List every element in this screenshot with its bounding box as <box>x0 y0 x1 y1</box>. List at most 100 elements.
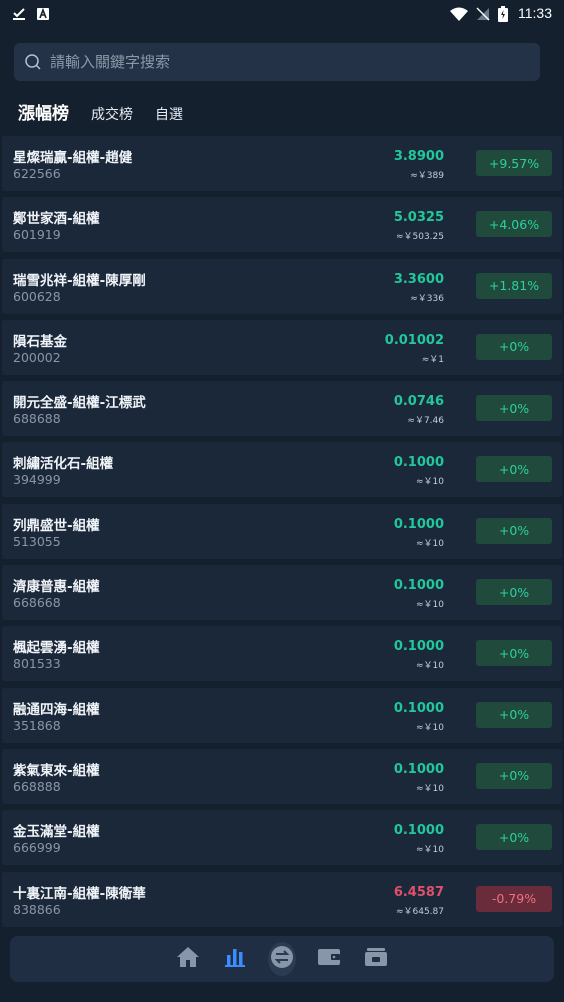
change-badge[interactable]: +4.06% <box>476 211 552 238</box>
item-approx-value: ≈￥1 <box>421 354 444 365</box>
item-approx-value: ≈￥10 <box>416 477 444 488</box>
signal-off-icon <box>476 6 490 20</box>
home-icon <box>176 946 200 972</box>
item-price: 6.4587 <box>393 884 444 900</box>
status-time: 11:33 <box>518 4 552 21</box>
item-approx-value: ≈￥645.87 <box>395 906 444 917</box>
item-price: 0.1000 <box>393 578 444 594</box>
item-code: 668888 <box>13 778 61 794</box>
search-input[interactable] <box>50 53 540 71</box>
ranking-tabs: 漲幅榜 成交榜 自選 <box>18 96 183 124</box>
list-item[interactable]: 星燦瑞贏-組權-趙健 622566 3.8900 ≈￥389 +9.57% <box>2 136 562 191</box>
change-badge[interactable]: +0% <box>476 579 552 606</box>
tab-gainers[interactable]: 漲幅榜 <box>18 99 69 124</box>
list-item[interactable]: 十裏江南-組權-陳衛華 838866 6.4587 ≈￥645.87 -0.79% <box>2 871 562 927</box>
item-approx-value: ≈￥336 <box>410 293 444 304</box>
change-badge[interactable]: +1.81% <box>476 272 552 299</box>
item-name: 瑞雪兆祥-組權-陳厚剛 <box>13 272 146 289</box>
tab-watchlist[interactable]: 自選 <box>155 104 183 124</box>
change-badge[interactable]: +0% <box>476 395 552 422</box>
item-code: 394999 <box>13 472 61 488</box>
item-code: 600628 <box>13 288 61 304</box>
search-box[interactable] <box>14 43 540 81</box>
item-approx-value: ≈￥7.46 <box>407 416 444 427</box>
item-code: 351868 <box>13 717 61 733</box>
change-badge[interactable]: +9.57% <box>476 150 552 176</box>
item-price: 0.1000 <box>393 700 444 716</box>
status-right: 11:33 <box>450 4 552 22</box>
item-price: 0.01002 <box>384 332 444 348</box>
item-name: 隕石基金 <box>13 333 67 350</box>
item-price: 0.1000 <box>393 823 444 839</box>
change-badge[interactable]: -0.79% <box>476 885 552 912</box>
search-icon <box>24 53 42 71</box>
item-code: 666999 <box>13 840 61 856</box>
wallet-icon <box>317 947 341 971</box>
market-chart-icon <box>224 946 246 972</box>
exchange-button[interactable] <box>268 942 296 976</box>
item-code: 668668 <box>13 595 61 611</box>
list-item[interactable]: 鄭世家酒-組權 601919 5.0325 ≈￥503.25 +4.06% <box>2 197 562 253</box>
list-item[interactable]: 開元全盛-組權-江標武 688688 0.0746 ≈￥7.46 +0% <box>2 381 562 437</box>
wifi-icon <box>450 6 468 21</box>
item-name: 楓起雲湧-組權 <box>13 640 100 657</box>
item-approx-value: ≈￥10 <box>416 783 444 794</box>
item-price: 3.8900 <box>393 149 444 164</box>
item-name: 金玉滿堂-組權 <box>13 824 100 841</box>
item-approx-value: ≈￥10 <box>416 538 444 549</box>
app-notification-icon <box>36 6 50 20</box>
list-item[interactable]: 金玉滿堂-組權 666999 0.1000 ≈￥10 +0% <box>2 810 562 866</box>
item-name: 鄭世家酒-組權 <box>13 211 100 228</box>
item-name: 濟康普惠-組權 <box>13 579 100 596</box>
item-code: 622566 <box>13 166 61 181</box>
item-approx-value: ≈￥10 <box>416 845 444 856</box>
item-price: 3.3600 <box>393 271 444 287</box>
list-item[interactable]: 紫氣東來-組權 668888 0.1000 ≈￥10 +0% <box>2 748 562 804</box>
list-item[interactable]: 列鼎盛世-組權 513055 0.1000 ≈￥10 +0% <box>2 503 562 559</box>
change-badge[interactable]: +0% <box>476 640 552 667</box>
nav-assets[interactable] <box>362 945 390 973</box>
item-code: 838866 <box>13 901 61 917</box>
nav-market[interactable] <box>221 945 249 973</box>
item-price: 0.1000 <box>393 639 444 655</box>
item-name: 紫氣東來-組權 <box>13 762 100 779</box>
item-name: 開元全盛-組權-江標武 <box>13 395 146 412</box>
item-code: 513055 <box>13 533 61 549</box>
list-item[interactable]: 隕石基金 200002 0.01002 ≈￥1 +0% <box>2 319 562 375</box>
item-code: 801533 <box>13 656 61 672</box>
item-name: 列鼎盛世-組權 <box>13 517 100 534</box>
nav-exchange[interactable] <box>268 942 296 976</box>
status-bar: 11:33 <box>0 0 564 25</box>
item-code: 688688 <box>13 411 61 427</box>
status-left <box>12 6 50 20</box>
item-price: 0.1000 <box>393 455 444 471</box>
exchange-icon <box>270 945 294 973</box>
nav-home[interactable] <box>174 945 202 973</box>
download-done-icon <box>12 6 26 20</box>
change-badge[interactable]: +0% <box>476 701 552 728</box>
change-badge[interactable]: +0% <box>476 762 552 789</box>
item-approx-value: ≈￥10 <box>416 722 444 733</box>
item-approx-value: ≈￥389 <box>410 171 444 181</box>
change-badge[interactable]: +0% <box>476 456 552 483</box>
list-item[interactable]: 瑞雪兆祥-組權-陳厚剛 600628 3.3600 ≈￥336 +1.81% <box>2 258 562 314</box>
list-item[interactable]: 濟康普惠-組權 668668 0.1000 ≈￥10 +0% <box>2 565 562 621</box>
item-code: 200002 <box>13 349 61 365</box>
change-badge[interactable]: +0% <box>476 333 552 360</box>
nav-wallet[interactable] <box>315 945 343 973</box>
item-name: 星燦瑞贏-組權-趙健 <box>13 150 133 166</box>
change-badge[interactable]: +0% <box>476 824 552 851</box>
list-item[interactable]: 刺繡活化石-組權 394999 0.1000 ≈￥10 +0% <box>2 442 562 498</box>
item-approx-value: ≈￥10 <box>416 661 444 672</box>
item-price: 0.1000 <box>393 516 444 532</box>
change-badge[interactable]: +0% <box>476 517 552 544</box>
item-name: 刺繡活化石-組權 <box>13 456 114 473</box>
item-name: 融通四海-組權 <box>13 701 100 718</box>
tab-volume[interactable]: 成交榜 <box>91 104 133 124</box>
item-code: 601919 <box>13 227 61 243</box>
assets-icon <box>364 947 388 971</box>
item-approx-value: ≈￥10 <box>416 600 444 611</box>
stock-list: 星燦瑞贏-組權-趙健 622566 3.8900 ≈￥389 +9.57% 鄭世家酒-組權… <box>2 136 562 933</box>
list-item[interactable]: 融通四海-組權 351868 0.1000 ≈￥10 +0% <box>2 687 562 743</box>
list-item[interactable]: 楓起雲湧-組權 801533 0.1000 ≈￥10 +0% <box>2 626 562 682</box>
